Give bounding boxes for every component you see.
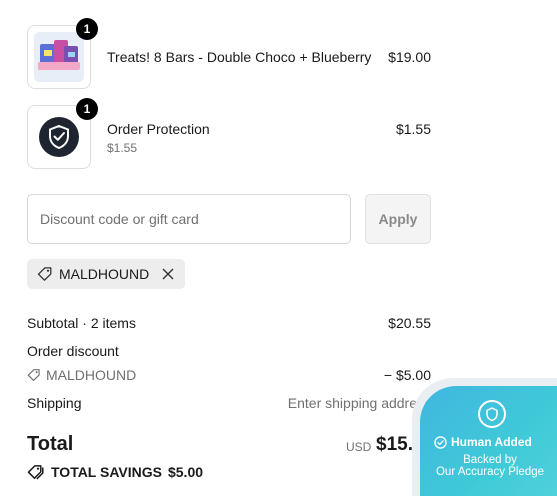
- order-discount-label: Order discount: [27, 343, 119, 359]
- discount-code-label: MALDHOUND: [59, 266, 150, 282]
- badge-title-text: Human Added: [451, 435, 532, 449]
- subtotal-label: Subtotal · 2 items: [27, 315, 136, 331]
- product-image: [34, 112, 84, 162]
- tag-icon: [27, 369, 40, 381]
- shield-icon: [478, 400, 506, 428]
- discount-code-row: MALDHOUND − $5.00: [27, 367, 431, 385]
- discount-value: − $5.00: [383, 367, 431, 383]
- shield-check-icon: [39, 117, 79, 157]
- total-savings: TOTAL SAVINGS $5.00: [27, 464, 203, 480]
- total-label: Total: [27, 433, 74, 455]
- subtotal-value: $20.55: [388, 315, 431, 331]
- total-currency: USD: [346, 440, 372, 454]
- item-name: Treats! 8 Bars - Double Choco + Blueberr…: [107, 49, 372, 65]
- product-thumbnail: 1: [27, 18, 98, 89]
- badge-title: Human Added: [434, 435, 532, 449]
- subtotal-row: Subtotal · 2 items $20.55: [27, 315, 431, 331]
- shipping-value: Enter shipping address: [287, 395, 431, 411]
- quantity-badge: 1: [76, 98, 98, 120]
- line-item-order-protection: 1 Order Protection $1.55 $1.55: [27, 98, 431, 169]
- discount-code-summary: MALDHOUND: [46, 367, 137, 383]
- item-name: Order Protection: [107, 121, 210, 137]
- item-subtext: $1.55: [107, 141, 138, 155]
- product-image: [34, 32, 84, 82]
- quantity-badge: 1: [76, 18, 98, 40]
- shipping-label: Shipping: [27, 395, 82, 411]
- tags-icon: [27, 465, 44, 480]
- item-price: $19.00: [388, 49, 431, 65]
- check-circle-icon: [434, 435, 447, 449]
- discount-placeholder: Discount code or gift card: [40, 211, 199, 227]
- badge-subtitle-line2: Our Accuracy Pledge: [435, 466, 545, 478]
- badge-subtitle-line1: Backed by: [463, 454, 517, 466]
- savings-label: TOTAL SAVINGS: [51, 464, 162, 480]
- applied-discount-chip: MALDHOUND: [27, 259, 186, 289]
- order-discount-row: Order discount: [27, 343, 431, 359]
- product-thumbnail: 1: [27, 98, 98, 169]
- close-icon[interactable]: [161, 267, 175, 281]
- human-added-badge[interactable]: Human Added Backed by Our Accuracy Pledg…: [420, 386, 557, 496]
- badge-subtitle: Backed by Our Accuracy Pledge: [420, 454, 557, 478]
- shipping-row: Shipping Enter shipping address: [27, 395, 431, 411]
- tag-icon: [37, 267, 52, 281]
- discount-code-input[interactable]: Discount code or gift card: [27, 194, 351, 244]
- line-item-treats: 1 Treats! 8 Bars - Double Choco + Bluebe…: [27, 18, 431, 89]
- savings-value: $5.00: [167, 464, 204, 480]
- item-price: $1.55: [395, 121, 431, 137]
- apply-button[interactable]: Apply: [365, 194, 431, 244]
